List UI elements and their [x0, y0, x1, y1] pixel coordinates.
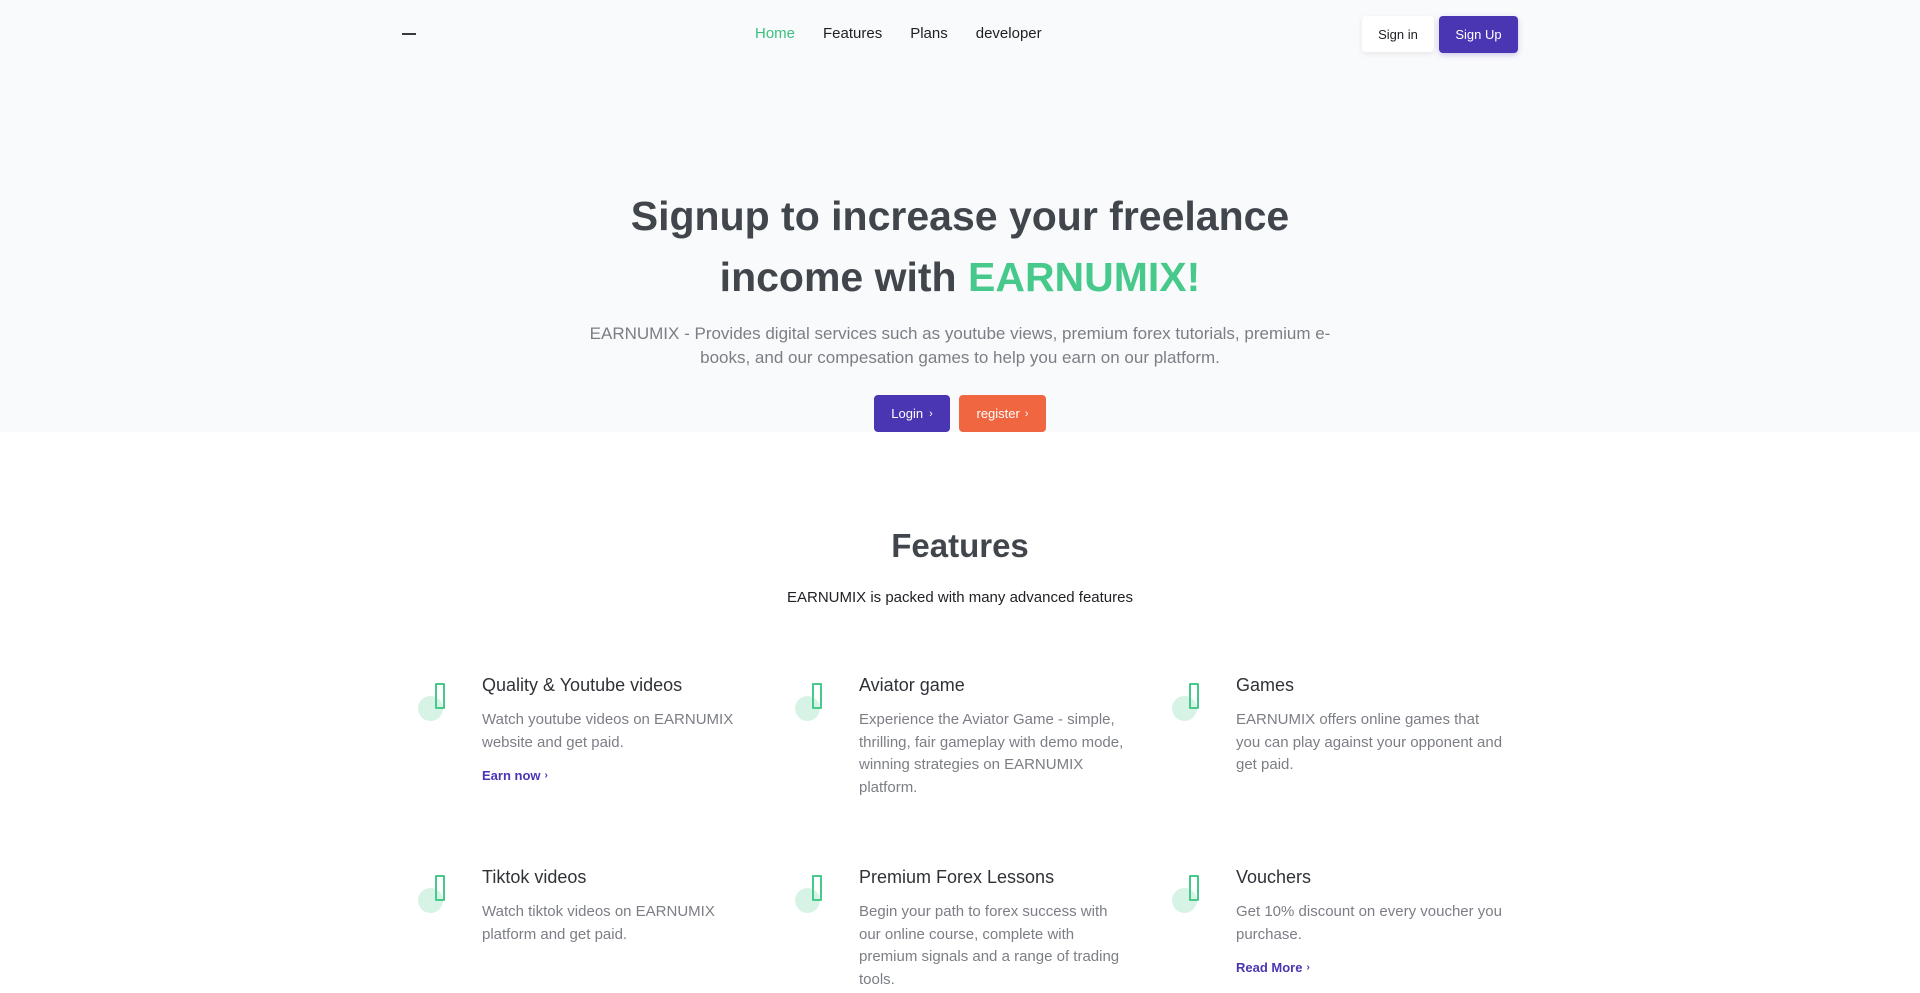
- arrow-right-icon: ›: [1306, 962, 1310, 973]
- read-more-link[interactable]: Read More ›: [1236, 960, 1310, 975]
- feature-description: Get 10% discount on every voucher you pu…: [1236, 903, 1502, 943]
- sign-in-button[interactable]: Sign in: [1362, 16, 1434, 52]
- feature-icon: [795, 875, 835, 915]
- nav-link-features[interactable]: Features: [823, 24, 882, 44]
- feature-icon: [418, 683, 458, 723]
- feature-title: Aviator game: [859, 675, 965, 695]
- feature-description: Watch youtube videos on EARNUMIX website…: [482, 711, 734, 751]
- features-title: Features: [891, 527, 1029, 564]
- feature-icon: [418, 875, 458, 915]
- feature-title: Tiktok videos: [482, 867, 587, 887]
- hero-title-line2: income with EARNUMIX!: [560, 247, 1360, 308]
- hero-description: EARNUMIX - Provides digital services suc…: [589, 324, 1331, 367]
- feature-title: Premium Forex Lessons: [859, 867, 1055, 887]
- hero-buttons: Login › register ›: [874, 395, 1046, 432]
- register-label: register: [976, 406, 1020, 421]
- feature-description: Experience the Aviator Game - simple, th…: [859, 711, 1124, 796]
- hero-title-prefix: income with: [719, 254, 968, 300]
- sign-up-button[interactable]: Sign Up: [1439, 16, 1518, 53]
- feature-description: Begin your path to forex success with ou…: [859, 903, 1120, 988]
- feature-icon: [1172, 683, 1212, 723]
- login-button[interactable]: Login ›: [874, 395, 950, 432]
- feature-icon: [1172, 875, 1212, 915]
- feature-title: Games: [1236, 675, 1295, 695]
- feature-description: Watch tiktok videos on EARNUMIX platform…: [482, 903, 715, 943]
- logo[interactable]: [402, 33, 416, 35]
- earn-now-label: Earn now: [482, 768, 541, 783]
- read-more-label: Read More: [1236, 960, 1303, 975]
- features-subtitle: EARNUMIX is packed with many advanced fe…: [787, 589, 1133, 606]
- arrow-right-icon: ›: [929, 407, 933, 420]
- feature-title: Vouchers: [1236, 867, 1312, 887]
- hero-title-line1: Signup to increase your freelance: [630, 193, 1290, 239]
- hero-brand: EARNUMIX!: [967, 254, 1201, 300]
- arrow-right-icon: ›: [1024, 407, 1029, 420]
- top-navbar: Home Features Plans developer Sign in Si…: [0, 0, 1920, 70]
- nav-links: Home Features Plans developer: [755, 24, 1070, 44]
- register-button[interactable]: register ›: [959, 395, 1046, 432]
- earn-now-link[interactable]: Earn now ›: [482, 768, 548, 783]
- feature-title: Quality & Youtube videos: [482, 675, 683, 695]
- feature-description: EARNUMIX offers online games that you ca…: [1236, 711, 1503, 773]
- arrow-right-icon: ›: [544, 770, 548, 781]
- feature-icon: [795, 683, 835, 723]
- login-label: Login: [891, 406, 924, 421]
- nav-link-plans[interactable]: Plans: [910, 24, 948, 44]
- nav-link-developer[interactable]: developer: [976, 24, 1042, 44]
- nav-link-home[interactable]: Home: [755, 24, 795, 44]
- hero-title: Signup to increase your freelance income…: [560, 186, 1360, 308]
